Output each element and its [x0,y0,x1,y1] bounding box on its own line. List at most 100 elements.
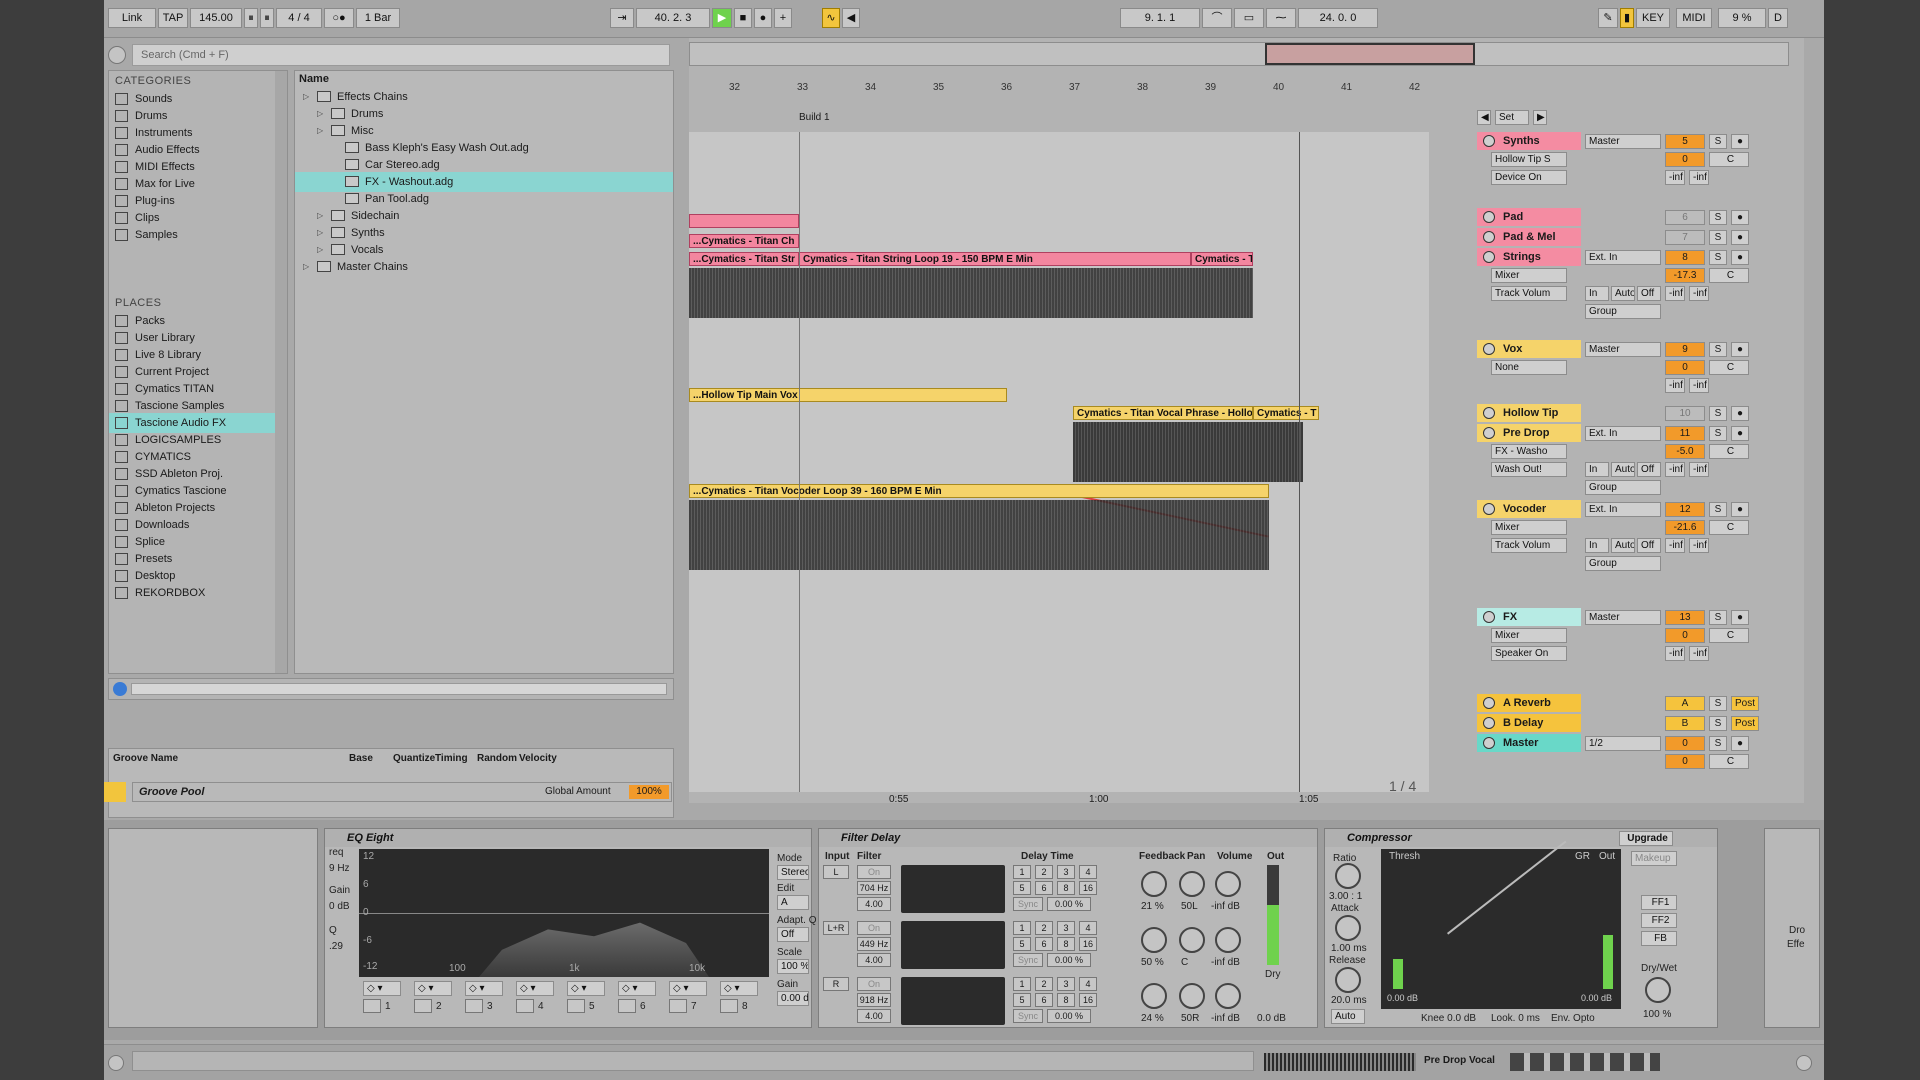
monitor-in[interactable]: In [1585,462,1609,477]
track-number[interactable]: 8 [1665,250,1705,265]
delay-step-button[interactable]: 1 [1013,977,1031,991]
filter-q[interactable]: 4.00 [857,953,891,967]
track-name[interactable]: Pad [1477,208,1581,226]
send-b[interactable]: -inf [1689,378,1709,393]
filter-type-select[interactable]: ◇ ▾ [720,981,758,996]
solo-button[interactable]: S [1709,342,1727,357]
solo-button[interactable]: S [1709,610,1727,625]
eq-band-3[interactable]: ◇ ▾ 3 [461,981,507,1021]
filter-on-toggle[interactable]: On [857,865,891,879]
clip-vocoder-loop[interactable]: ...Cymatics - Titan Vocoder Loop 39 - 16… [689,484,1269,498]
monitor-in[interactable]: In [1585,538,1609,553]
back-to-arrangement-icon[interactable]: ◀ [842,8,860,28]
track-name[interactable]: A Reverb [1477,694,1581,712]
send-b[interactable]: -inf [1689,170,1709,185]
input-group[interactable]: Group [1585,304,1661,319]
channel-toggle[interactable]: L+R [823,921,849,935]
parameter-chooser[interactable]: Wash Out! [1491,462,1567,477]
global-amount-value[interactable]: 100% [629,785,669,799]
filter-curve-display[interactable] [901,865,1005,913]
next-locator-icon[interactable]: ▶ [1533,110,1547,125]
filter-curve-display[interactable] [901,977,1005,1025]
track-number[interactable]: 13 [1665,610,1705,625]
send-a[interactable]: -inf [1665,538,1685,553]
channel-toggle[interactable]: L [823,865,849,879]
delay-step-button[interactable]: 16 [1079,937,1097,951]
band-toggle[interactable] [516,999,534,1013]
send-b[interactable]: -inf [1689,538,1709,553]
filter-freq[interactable]: 918 Hz [857,993,891,1007]
filter-q[interactable]: 4.00 [857,897,891,911]
parameter-chooser[interactable]: Track Volum [1491,538,1567,553]
delay-step-button[interactable]: 4 [1079,977,1097,991]
drywet-knob[interactable] [1645,977,1671,1003]
delay-step-button[interactable]: 3 [1057,921,1075,935]
link-button[interactable]: Link [108,8,156,28]
feedback-knob[interactable] [1141,983,1167,1009]
band-toggle[interactable] [465,999,483,1013]
track-name[interactable]: Pre Drop [1477,424,1581,442]
prev-locator-icon[interactable]: ◀ [1477,110,1491,125]
clip-cymatics-t1[interactable]: Cymatics - T [1191,252,1253,266]
send-b[interactable]: -inf [1689,646,1709,661]
key-map-button[interactable]: KEY [1636,8,1670,28]
pan-knob[interactable] [1179,871,1205,897]
eq-edit-button[interactable]: A [777,895,809,910]
ff1-button[interactable]: FF1 [1641,895,1677,910]
automation-arm-icon[interactable]: ∿ [822,8,840,28]
groove-header[interactable]: Timing [435,753,468,764]
monitor-off[interactable]: Off [1637,538,1661,553]
envelope-mode[interactable]: Env. Opto [1551,1013,1595,1024]
solo-button[interactable]: S [1709,716,1727,731]
clip-string-loop[interactable]: Cymatics - Titan String Loop 19 - 150 BP… [799,252,1191,266]
output-routing[interactable]: 1/2 [1585,736,1661,751]
filter-type-select[interactable]: ◇ ▾ [363,981,401,996]
band-toggle[interactable] [363,999,381,1013]
filter-on-toggle[interactable]: On [857,921,891,935]
arm-button[interactable]: ● [1731,610,1749,625]
track-number[interactable]: 0 [1665,736,1705,751]
send-a[interactable]: -inf [1665,286,1685,301]
release-knob[interactable] [1335,967,1361,993]
arm-button[interactable]: ● [1731,342,1749,357]
filter-type-select[interactable]: ◇ ▾ [669,981,707,996]
filter-type-select[interactable]: ◇ ▾ [516,981,554,996]
pencil-icon[interactable]: ✎ [1598,8,1618,28]
feedback-value[interactable]: 24 % [1141,1013,1164,1024]
track-fold-icon[interactable] [1483,697,1495,709]
track-number[interactable]: 5 [1665,134,1705,149]
input-group[interactable]: Group [1585,480,1661,495]
pan-value[interactable]: C [1181,957,1188,968]
upgrade-button[interactable]: Upgrade [1619,831,1673,846]
track-name[interactable]: Strings [1477,248,1581,266]
solo-button[interactable]: S [1709,696,1727,711]
arm-button[interactable]: ● [1731,736,1749,751]
delay-step-button[interactable]: 1 [1013,921,1031,935]
track-number[interactable]: A [1665,696,1705,711]
track-fold-icon[interactable] [1483,717,1495,729]
input-group[interactable]: Group [1585,556,1661,571]
track-volume[interactable]: -5.0 [1665,444,1705,459]
delay-step-button[interactable]: 6 [1035,993,1053,1007]
browser-toggle-icon[interactable] [108,46,126,64]
preview-bar[interactable] [108,678,674,700]
volume-knob[interactable] [1215,871,1241,897]
eq-gain-value[interactable]: 0.00 dB [777,991,809,1006]
place-rekordbox[interactable]: REKORDBOX [109,583,277,603]
track-volume[interactable]: 0 [1665,754,1705,769]
track-number[interactable]: 9 [1665,342,1705,357]
ratio-knob[interactable] [1335,863,1361,889]
band-toggle[interactable] [669,999,687,1013]
output-routing[interactable]: Ext. In [1585,502,1661,517]
filter-curve-display[interactable] [901,921,1005,969]
loop-length[interactable]: 24. 0. 0 [1298,8,1378,28]
eq-adaptq-toggle[interactable]: Off [777,927,809,942]
track-volume[interactable]: 0 [1665,360,1705,375]
computer-midi-icon[interactable]: ▮ [1620,8,1634,28]
output-routing[interactable]: Ext. In [1585,250,1661,265]
device-chooser[interactable]: Mixer [1491,268,1567,283]
drywet-value[interactable]: 100 % [1643,1009,1671,1020]
filter-type-select[interactable]: ◇ ▾ [465,981,503,996]
makeup-button[interactable]: Makeup [1631,851,1677,866]
compressor-display[interactable]: Thresh GR Out 0.00 dB 0.00 dB [1381,840,1621,1009]
